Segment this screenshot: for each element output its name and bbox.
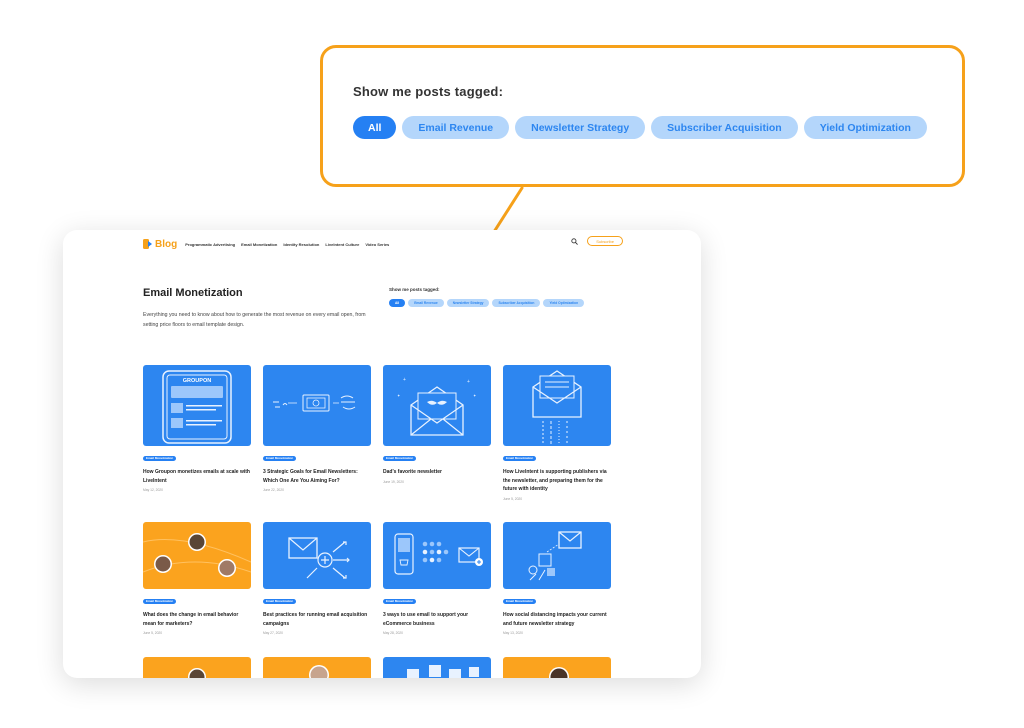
tag-yield-optimization[interactable]: Yield Optimization bbox=[803, 116, 927, 139]
mini-tag-all[interactable]: All bbox=[389, 299, 406, 307]
post-title[interactable]: How LiveIntent is supporting publishers … bbox=[503, 468, 611, 494]
post-card[interactable]: Email Monetization How social distancing… bbox=[503, 522, 611, 635]
post-thumbnail bbox=[263, 657, 371, 678]
post-badge[interactable]: Email Monetization bbox=[263, 599, 297, 604]
post-card[interactable] bbox=[143, 657, 251, 678]
post-badge[interactable]: Email Monetization bbox=[143, 599, 177, 604]
post-thumbnail bbox=[143, 522, 251, 589]
mini-tag-newsletter-strategy[interactable]: Newsletter Strategy bbox=[446, 299, 490, 307]
post-thumbnail: GROUPON bbox=[143, 365, 251, 446]
post-date: May 27, 2020 bbox=[263, 631, 283, 635]
groupon-phone-illustration: GROUPON bbox=[143, 365, 251, 446]
envelope-arrows-illustration bbox=[263, 522, 371, 589]
post-card[interactable]: GROUPON Email Monetization How Groupon m… bbox=[143, 365, 251, 492]
people-avatar-illustration bbox=[143, 657, 251, 678]
post-thumbnail bbox=[503, 657, 611, 678]
post-title[interactable]: 3 Strategic Goals for Email Newsletters:… bbox=[263, 468, 371, 485]
post-title[interactable]: Best practices for running email acquisi… bbox=[263, 611, 371, 628]
nav-right: Subscribe bbox=[571, 236, 623, 246]
post-date: May 12, 2020 bbox=[143, 488, 163, 492]
post-badge[interactable]: Email Monetization bbox=[503, 599, 537, 604]
people-avatars-illustration bbox=[143, 522, 251, 589]
photo-collage-illustration bbox=[383, 657, 491, 678]
post-title[interactable]: 3 ways to use email to support your eCom… bbox=[383, 611, 491, 628]
subscribe-button[interactable]: Subscribe bbox=[587, 236, 623, 246]
nav-link-identity[interactable]: Identity Resolution bbox=[283, 242, 319, 247]
svg-text:+: + bbox=[403, 377, 406, 383]
nav-link-video[interactable]: Video Series bbox=[365, 242, 389, 247]
post-thumbnail: + + ✦ ✦ bbox=[383, 365, 491, 446]
page-title: Email Monetization bbox=[143, 287, 243, 299]
post-card[interactable]: Email Monetization 3 ways to use email t… bbox=[383, 522, 491, 635]
post-card[interactable] bbox=[503, 657, 611, 678]
post-badge[interactable]: Email Monetization bbox=[503, 456, 537, 461]
post-thumbnail bbox=[143, 657, 251, 678]
groupon-wordmark: GROUPON bbox=[183, 378, 211, 384]
nav-link-culture[interactable]: LiveIntent Culture bbox=[325, 242, 359, 247]
blog-window: Blog Programmatic Advertising Email Mone… bbox=[63, 230, 701, 678]
logo-text: Blog bbox=[155, 238, 178, 250]
mini-tag-list: All Email Revenue Newsletter Strategy Su… bbox=[389, 299, 585, 307]
tag-newsletter-strategy[interactable]: Newsletter Strategy bbox=[515, 116, 646, 139]
post-thumbnail bbox=[263, 522, 371, 589]
svg-text:+: + bbox=[467, 379, 470, 385]
post-card[interactable]: Email Monetization Best practices for ru… bbox=[263, 522, 371, 635]
blog-logo[interactable]: Blog bbox=[143, 239, 177, 250]
people-avatar-illustration bbox=[263, 657, 371, 678]
post-date: June 5, 2020 bbox=[503, 496, 523, 501]
top-nav: Blog Programmatic Advertising Email Mone… bbox=[143, 236, 623, 250]
post-date: May 28, 2020 bbox=[383, 631, 403, 635]
envelope-dataflow-illustration bbox=[503, 365, 611, 446]
post-title[interactable]: What does the change in email behavior m… bbox=[143, 611, 251, 628]
search-icon[interactable] bbox=[571, 237, 579, 245]
post-thumbnail bbox=[383, 522, 491, 589]
post-title[interactable]: How Groupon monetizes emails at scale wi… bbox=[143, 468, 251, 485]
nav-link-programmatic[interactable]: Programmatic Advertising bbox=[185, 242, 235, 247]
callout-title: Show me posts tagged: bbox=[353, 84, 504, 99]
post-badge[interactable]: Email Monetization bbox=[143, 456, 177, 461]
people-avatar-illustration bbox=[503, 657, 611, 678]
post-title[interactable]: How social distancing impacts your curre… bbox=[503, 611, 611, 628]
stage: Show me posts tagged: All Email Revenue … bbox=[0, 0, 1024, 728]
logo-icon bbox=[143, 239, 152, 249]
mini-tag-yield-optimization[interactable]: Yield Optimization bbox=[543, 299, 585, 307]
post-thumbnail bbox=[383, 657, 491, 678]
post-badge[interactable]: Email Monetization bbox=[263, 456, 297, 461]
callout-tag-list: All Email Revenue Newsletter Strategy Su… bbox=[353, 116, 927, 139]
post-card[interactable]: + + ✦ ✦ Email Monetization Dad's favorit… bbox=[383, 365, 491, 484]
tag-email-revenue[interactable]: Email Revenue bbox=[402, 116, 510, 139]
post-date: June 22, 2020 bbox=[263, 488, 284, 492]
post-card[interactable]: Email Monetization What does the change … bbox=[143, 522, 251, 635]
phone-ecommerce-illustration bbox=[383, 522, 491, 589]
post-badge[interactable]: Email Monetization bbox=[383, 599, 417, 604]
tag-filter-callout: Show me posts tagged: All Email Revenue … bbox=[320, 45, 965, 187]
post-thumbnail bbox=[503, 365, 611, 446]
tag-subscriber-acquisition[interactable]: Subscriber Acquisition bbox=[651, 116, 798, 139]
open-envelope-mustache-illustration: + + ✦ ✦ bbox=[383, 365, 491, 446]
social-distancing-illustration bbox=[503, 522, 611, 589]
post-date: June 19, 2020 bbox=[383, 479, 404, 484]
nav-links: Programmatic Advertising Email Monetizat… bbox=[185, 242, 389, 247]
page-description: Everything you need to know about how to… bbox=[143, 312, 366, 328]
mini-tags-title: Show me posts tagged: bbox=[389, 287, 440, 292]
post-card[interactable]: Email Monetization 3 Strategic Goals for… bbox=[263, 365, 371, 492]
post-date: May 13, 2020 bbox=[503, 631, 523, 635]
post-badge[interactable]: Email Monetization bbox=[383, 456, 417, 461]
mini-tag-subscriber-acquisition[interactable]: Subscriber Acquisition bbox=[492, 299, 541, 307]
post-card[interactable] bbox=[383, 657, 491, 678]
post-card[interactable]: Email Monetization How LiveIntent is sup… bbox=[503, 365, 611, 501]
post-title[interactable]: Dad's favorite newsletter bbox=[383, 468, 491, 477]
tag-all[interactable]: All bbox=[353, 116, 397, 139]
post-date: June 5, 2020 bbox=[143, 631, 163, 635]
money-exchange-illustration bbox=[263, 365, 371, 446]
post-card[interactable] bbox=[263, 657, 371, 678]
nav-link-email-monetization[interactable]: Email Monetization bbox=[241, 242, 277, 247]
mini-tag-email-revenue[interactable]: Email Revenue bbox=[408, 299, 444, 307]
post-thumbnail bbox=[503, 522, 611, 589]
post-thumbnail bbox=[263, 365, 371, 446]
